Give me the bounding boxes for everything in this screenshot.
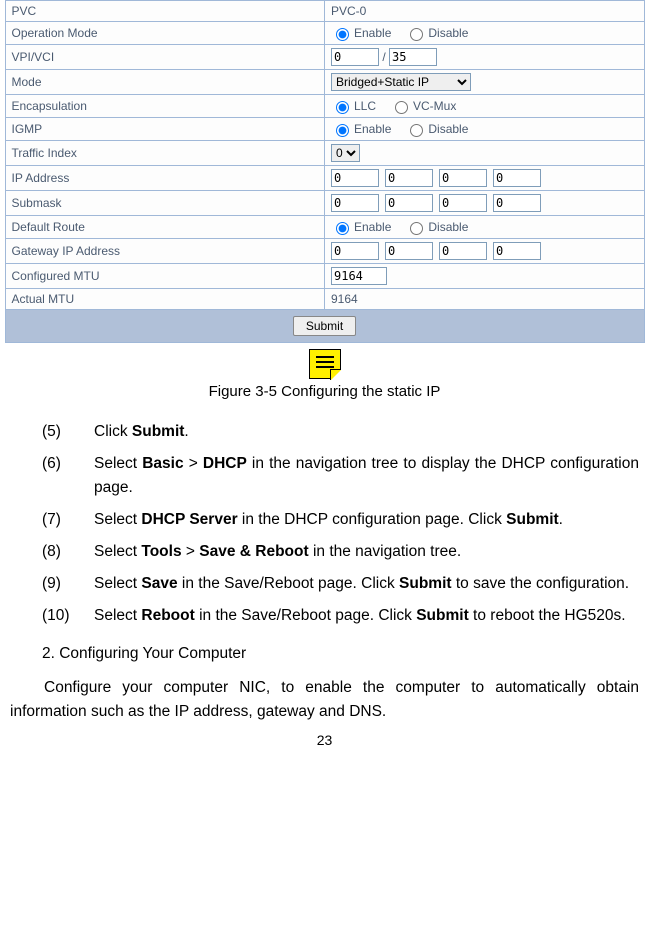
op-mode-disable-radio[interactable] <box>410 28 423 41</box>
step-7-number: (7) <box>42 508 86 532</box>
step-8: (8)Select Tools > Save & Reboot in the n… <box>42 540 639 564</box>
operation-mode-label: Operation Mode <box>5 22 325 45</box>
defroute-enable-label: Enable <box>354 220 391 234</box>
slash-separator: / <box>382 50 385 64</box>
step-10-number: (10) <box>42 604 86 628</box>
step-7: (7)Select DHCP Server in the DHCP config… <box>42 508 639 532</box>
step-10: (10)Select Reboot in the Save/Reboot pag… <box>42 604 639 628</box>
ip-octet-1[interactable] <box>331 169 379 187</box>
enable-label: Enable <box>354 26 391 40</box>
ip-octet-2[interactable] <box>385 169 433 187</box>
defroute-disable-radio[interactable] <box>410 222 423 235</box>
submask-octet-2[interactable] <box>385 194 433 212</box>
encap-vcmux-option[interactable]: VC-Mux <box>390 98 456 114</box>
actual-mtu-value: 9164 <box>325 289 645 310</box>
pvc-label: PVC <box>5 1 325 22</box>
vpi-input[interactable] <box>331 48 379 66</box>
mode-label: Mode <box>5 70 325 95</box>
encap-llc-option[interactable]: LLC <box>331 98 376 114</box>
page-number: 23 <box>0 732 649 748</box>
default-route-value: Enable Disable <box>325 216 645 239</box>
step-5-number: (5) <box>42 420 86 444</box>
step-9: (9)Select Save in the Save/Reboot page. … <box>42 572 639 596</box>
step-6: (6)Select Basic > DHCP in the navigation… <box>42 452 639 500</box>
configured-mtu-value <box>325 264 645 289</box>
gateway-octet-1[interactable] <box>331 242 379 260</box>
submask-octet-3[interactable] <box>439 194 487 212</box>
igmp-disable-label: Disable <box>428 122 468 136</box>
defroute-disable-label: Disable <box>428 220 468 234</box>
traffic-index-select[interactable]: 0 <box>331 144 360 162</box>
igmp-label: IGMP <box>5 118 325 141</box>
ip-octet-3[interactable] <box>439 169 487 187</box>
submit-button[interactable]: Submit <box>293 316 356 336</box>
default-route-label: Default Route <box>5 216 325 239</box>
gateway-value <box>325 239 645 264</box>
pvc-value: PVC-0 <box>325 1 645 22</box>
gateway-octet-4[interactable] <box>493 242 541 260</box>
section-2-para: Configure your computer NIC, to enable t… <box>10 676 639 724</box>
igmp-enable-option[interactable]: Enable <box>331 121 391 137</box>
ip-address-label: IP Address <box>5 166 325 191</box>
encapsulation-value: LLC VC-Mux <box>325 95 645 118</box>
encap-llc-radio[interactable] <box>336 101 349 114</box>
igmp-enable-radio[interactable] <box>336 124 349 137</box>
igmp-disable-radio[interactable] <box>410 124 423 137</box>
defroute-disable-option[interactable]: Disable <box>405 219 468 235</box>
vpi-vci-value: / <box>325 45 645 70</box>
igmp-disable-option[interactable]: Disable <box>405 121 468 137</box>
op-mode-enable-option[interactable]: Enable <box>331 25 391 41</box>
step-9-number: (9) <box>42 572 86 596</box>
igmp-enable-label: Enable <box>354 122 391 136</box>
note-icon <box>309 349 341 379</box>
vpi-vci-label: VPI/VCI <box>5 45 325 70</box>
encap-vcmux-radio[interactable] <box>395 101 408 114</box>
op-mode-enable-radio[interactable] <box>336 28 349 41</box>
vcmux-label: VC-Mux <box>413 99 456 113</box>
operation-mode-value: Enable Disable <box>325 22 645 45</box>
step-5: (5)Click Submit. <box>42 420 639 444</box>
disable-label: Disable <box>428 26 468 40</box>
defroute-enable-option[interactable]: Enable <box>331 219 391 235</box>
actual-mtu-label: Actual MTU <box>5 289 325 310</box>
igmp-value: Enable Disable <box>325 118 645 141</box>
configured-mtu-input[interactable] <box>331 267 387 285</box>
gateway-octet-2[interactable] <box>385 242 433 260</box>
ip-address-value <box>325 166 645 191</box>
vci-input[interactable] <box>389 48 437 66</box>
instruction-content: (5)Click Submit. (6)Select Basic > DHCP … <box>0 420 649 724</box>
ip-octet-4[interactable] <box>493 169 541 187</box>
mode-select[interactable]: Bridged+Static IP <box>331 73 471 91</box>
submask-label: Submask <box>5 191 325 216</box>
gateway-label: Gateway IP Address <box>5 239 325 264</box>
configured-mtu-label: Configured MTU <box>5 264 325 289</box>
submask-octet-4[interactable] <box>493 194 541 212</box>
defroute-enable-radio[interactable] <box>336 222 349 235</box>
step-6-number: (6) <box>42 452 86 476</box>
encapsulation-label: Encapsulation <box>5 95 325 118</box>
config-table: PVC PVC-0 Operation Mode Enable Disable … <box>5 0 645 343</box>
traffic-index-label: Traffic Index <box>5 141 325 166</box>
mode-value: Bridged+Static IP <box>325 70 645 95</box>
gateway-octet-3[interactable] <box>439 242 487 260</box>
submask-value <box>325 191 645 216</box>
section-2-heading: 2. Configuring Your Computer <box>10 642 639 666</box>
step-8-number: (8) <box>42 540 86 564</box>
submask-octet-1[interactable] <box>331 194 379 212</box>
llc-label: LLC <box>354 99 376 113</box>
traffic-index-value: 0 <box>325 141 645 166</box>
submit-cell: Submit <box>5 310 644 343</box>
op-mode-disable-option[interactable]: Disable <box>405 25 468 41</box>
figure-caption: Figure 3-5 Configuring the static IP <box>0 383 649 400</box>
steps-list: (5)Click Submit. (6)Select Basic > DHCP … <box>10 420 639 628</box>
